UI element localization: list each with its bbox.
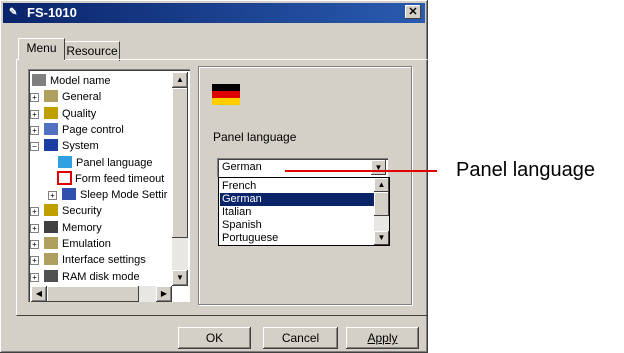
tree-item[interactable]: + Interface settings [30, 252, 146, 268]
tab-resource[interactable]: Resource [64, 41, 120, 61]
selected-language: German [222, 161, 262, 173]
tree-item-label: Security [62, 205, 102, 218]
german-flag-icon [212, 84, 240, 105]
scroll-right-button[interactable]: ▶ [156, 286, 172, 302]
tree-expander-icon[interactable]: + [30, 207, 39, 217]
tree-item[interactable]: + RAM disk mode [30, 269, 140, 285]
dropdown-scroll-up[interactable]: ▲ [374, 178, 389, 192]
folder-icon [58, 155, 72, 168]
language-option[interactable]: French [220, 180, 374, 193]
dropdown-scroll-down[interactable]: ▼ [374, 231, 389, 245]
scroll-left-button[interactable]: ◀ [31, 286, 47, 302]
tree-expander-icon[interactable]: + [30, 125, 39, 135]
apply-button[interactable]: Apply [346, 327, 419, 349]
tree-item-label: Emulation [62, 238, 111, 250]
scroll-down-button[interactable]: ▼ [172, 270, 188, 286]
stack-icon [44, 253, 58, 266]
tree-expander-icon[interactable]: + [30, 109, 39, 119]
quality-icon [44, 106, 58, 119]
language-option[interactable]: Italian [220, 206, 374, 219]
tree-item[interactable]: + Security [30, 203, 102, 219]
tree-expander-icon[interactable]: + [48, 191, 57, 201]
panel-language-label: Panel language [213, 130, 297, 144]
tree-item-label: Sleep Mode Settir [80, 189, 168, 202]
tree-item-label: Interface settings [62, 254, 146, 267]
tree-expander-icon[interactable]: + [30, 223, 39, 233]
floppy-icon [44, 139, 58, 152]
key-icon [44, 204, 58, 217]
tree-item-label: Model name [50, 75, 111, 87]
tree-expander-icon[interactable]: − [30, 142, 39, 152]
flag-stripe [212, 91, 240, 98]
tab-menu[interactable]: Menu [18, 38, 65, 60]
disk-icon [44, 269, 58, 282]
clock-icon [57, 170, 72, 185]
language-option[interactable]: Spanish [220, 219, 374, 232]
language-dropdown-list[interactable]: French German Italian Spanish Portuguese… [218, 177, 390, 246]
printer-icon [32, 74, 46, 87]
tree-item[interactable]: + Memory [30, 220, 102, 236]
tree-item[interactable]: Form feed timeout [57, 170, 165, 187]
dropdown-arrow-icon[interactable]: ▼ [371, 160, 386, 175]
printer-dialog-window: ✎ FS-1010 ✕ Menu Resource Model name + Gen… [0, 0, 428, 353]
page-icon [44, 122, 58, 135]
dropdown-scrollbar[interactable]: ▲ ▼ [374, 178, 389, 245]
tree-item-label: Form feed timeout [75, 172, 165, 185]
tree-item-label: Quality [62, 107, 97, 120]
stack-icon [44, 237, 58, 250]
tree-item[interactable]: − System [30, 138, 99, 154]
tree-expander-icon[interactable]: + [30, 256, 39, 266]
tree-expander-icon[interactable]: + [30, 240, 39, 249]
settings-tree[interactable]: Model name + General + Quality + Page control −… [28, 69, 190, 302]
window-title: FS-1010 [27, 5, 77, 20]
scroll-up-button[interactable]: ▲ [172, 72, 188, 88]
hscroll-thumb[interactable] [47, 286, 139, 302]
tree-item-label: Page control [62, 123, 124, 136]
tree-item[interactable]: Model name [32, 73, 111, 89]
tree-item[interactable]: + Emulation [30, 236, 111, 252]
dropdown-scroll-thumb[interactable] [374, 192, 389, 216]
title-bar[interactable]: ✎ FS-1010 ✕ [3, 3, 425, 23]
flag-stripe [212, 98, 240, 105]
scroll-thumb[interactable] [172, 88, 188, 238]
tree-item[interactable]: + Page control [30, 122, 124, 138]
tree-item-label: Panel language [76, 156, 153, 169]
callout-label: Panel language [456, 159, 596, 181]
tree-expander-icon[interactable]: + [30, 93, 39, 103]
callout-line [285, 170, 437, 172]
tree-item-label: General [62, 91, 102, 104]
close-button[interactable]: ✕ [405, 5, 421, 19]
tree-item-label: RAM disk mode [62, 270, 140, 283]
cancel-button[interactable]: Cancel [263, 327, 338, 349]
memory-icon [44, 220, 58, 233]
language-option[interactable]: Portuguese [220, 232, 374, 245]
tree-item[interactable]: + Sleep Mode Settir [48, 187, 168, 203]
sleep-icon [62, 188, 76, 201]
flag-stripe [212, 84, 240, 91]
tree-item[interactable]: + Quality [30, 106, 97, 122]
stack-icon [44, 90, 58, 103]
tree-item-label: Memory [62, 221, 102, 234]
tree-horizontal-scrollbar[interactable]: ◀ ▶ [31, 286, 172, 302]
app-icon: ✎ [9, 7, 18, 18]
tree-item[interactable]: + General [30, 89, 102, 105]
tree-item[interactable]: Panel language [58, 155, 152, 171]
panel-language-select[interactable]: German ▼ [217, 158, 388, 177]
ok-button[interactable]: OK [178, 327, 251, 349]
tree-expander-icon[interactable]: + [30, 272, 39, 282]
tree-item-label: System [62, 140, 99, 153]
language-option[interactable]: German [220, 193, 374, 206]
tree-vertical-scrollbar[interactable]: ▲ ▼ [172, 72, 188, 286]
